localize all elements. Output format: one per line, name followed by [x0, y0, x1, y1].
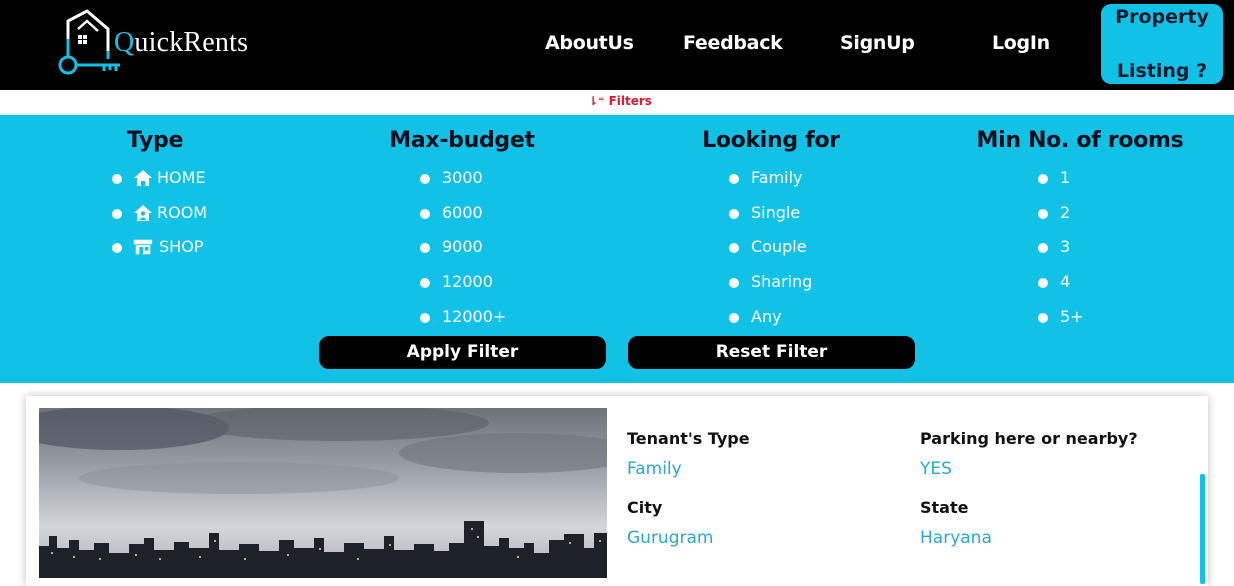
rooms-label: 1 — [1060, 168, 1071, 187]
city-value: Gurugram — [627, 528, 714, 548]
filter-toggle-bar: ⇂⁼ Filters — [0, 90, 1234, 116]
tenant-type-value: Family — [627, 459, 682, 479]
city-skyline-image — [39, 408, 607, 578]
filters-toggle-link[interactable]: ⇂⁼ Filters — [588, 94, 652, 108]
budget-label: 12000+ — [442, 307, 507, 326]
nav-login[interactable]: LogIn — [992, 32, 1050, 54]
type-label-shop: SHOP — [159, 237, 204, 256]
radio-dot — [1038, 243, 1048, 253]
max-budget-title: Max-budget — [389, 128, 535, 153]
budget-label: 3000 — [442, 168, 483, 187]
looking-for-label: Sharing — [751, 272, 813, 291]
property-card[interactable]: Tenant's Type Family Parking here or nea… — [26, 396, 1208, 586]
nav-feedback[interactable]: Feedback — [683, 32, 783, 54]
rooms-label: 4 — [1060, 272, 1071, 291]
type-title: Type — [126, 128, 184, 153]
looking-for-label: Couple — [751, 237, 807, 256]
radio-dot — [112, 209, 122, 219]
property-listing-button[interactable]: Property Listing ? — [1101, 4, 1223, 84]
nav-about-us[interactable]: AboutUs — [545, 32, 634, 54]
radio-dot — [420, 209, 430, 219]
top-navbar: QuickRents AboutUs Feedback SignUp LogIn… — [0, 0, 1234, 90]
radio-dot — [729, 174, 739, 184]
radio-dot — [1038, 209, 1048, 219]
tenant-type-label: Tenant's Type — [627, 429, 750, 448]
looking-for-label: Single — [751, 203, 801, 222]
type-label-room: ROOM — [157, 203, 208, 222]
quickrents-logo[interactable]: QuickRents — [54, 7, 254, 79]
card-scrollbar[interactable] — [1200, 474, 1205, 584]
state-label: State — [920, 498, 969, 517]
rooms-label: 3 — [1060, 237, 1071, 256]
store-icon — [133, 239, 153, 255]
brand-rest: uickRents — [134, 27, 249, 58]
reset-filter-button[interactable]: Reset Filter — [628, 336, 915, 369]
parking-label: Parking here or nearby? — [920, 429, 1138, 448]
radio-dot — [729, 209, 739, 219]
filter-panel: Type Max-budget Looking for Min No. of r… — [0, 115, 1234, 383]
listing-line-2: Listing ? — [1116, 59, 1208, 82]
budget-label: 12000 — [442, 272, 493, 291]
home-user-icon — [134, 205, 152, 221]
nav-signup[interactable]: SignUp — [840, 32, 915, 54]
apply-filter-button[interactable]: Apply Filter — [319, 336, 606, 369]
parking-value: YES — [920, 459, 952, 479]
radio-dot — [112, 243, 122, 253]
radio-dot — [420, 174, 430, 184]
budget-label: 6000 — [442, 203, 483, 222]
radio-dot — [420, 313, 430, 323]
radio-dot — [1038, 174, 1048, 184]
radio-dot — [729, 278, 739, 288]
type-label-home: HOME — [157, 168, 206, 187]
radio-dot — [729, 313, 739, 323]
rooms-label: 2 — [1060, 203, 1071, 222]
looking-for-title: Looking for — [702, 128, 840, 153]
radio-dot — [729, 243, 739, 253]
budget-label: 9000 — [442, 237, 483, 256]
listing-line-1: Property — [1115, 5, 1209, 28]
looking-for-label: Any — [751, 307, 782, 326]
radio-dot — [1038, 313, 1048, 323]
rooms-label: 5+ — [1060, 307, 1084, 326]
radio-dot — [420, 278, 430, 288]
brand-name: QuickRents — [114, 27, 248, 59]
radio-dot — [1038, 278, 1048, 288]
looking-for-label: Family — [751, 168, 803, 187]
radio-dot — [112, 174, 122, 184]
brand-initial: Q — [114, 27, 135, 58]
radio-dot — [420, 243, 430, 253]
city-label: City — [627, 498, 663, 517]
property-photo[interactable] — [39, 408, 607, 578]
min-rooms-title: Min No. of rooms — [976, 128, 1184, 153]
house-icon — [134, 170, 152, 186]
state-value: Haryana — [920, 528, 992, 548]
